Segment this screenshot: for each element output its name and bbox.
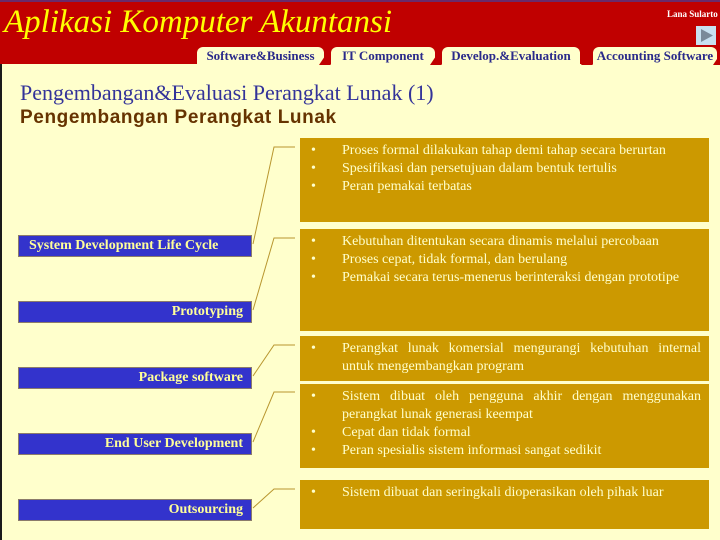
method-label-text: Prototyping bbox=[171, 304, 243, 319]
bullet-icon: • bbox=[311, 425, 316, 440]
bullet-icon: • bbox=[311, 389, 316, 404]
method-label-prototyping: Prototyping bbox=[18, 301, 252, 323]
description-box-outsourcing: • Sistem dibuat dan seringkali dioperasik… bbox=[300, 480, 709, 529]
point-text: Peran pemakai terbatas bbox=[342, 179, 472, 194]
method-label-sdlc: System Development Life Cycle bbox=[18, 235, 252, 257]
list-item: • Kebutuhan ditentukan secara dinamis mel… bbox=[300, 233, 701, 251]
list-item: • Peran spesialis sistem informasi sangat… bbox=[300, 442, 701, 460]
list-item: • Proses formal dilakukan tahap demi taha… bbox=[300, 142, 701, 160]
method-label-package-software: Package software bbox=[18, 367, 252, 389]
tab-it-component[interactable]: IT Component bbox=[331, 47, 435, 65]
play-triangle-icon bbox=[701, 29, 713, 42]
connector-sdlc bbox=[252, 146, 295, 245]
bullet-icon: • bbox=[311, 270, 316, 285]
author-name: Lana Sularto bbox=[667, 9, 718, 19]
method-label-text: End User Development bbox=[104, 436, 243, 451]
description-box-package-software: • Perangkat lunak komersial mengurangi ke… bbox=[300, 336, 709, 381]
tab-separator bbox=[581, 56, 593, 65]
bullet-icon: • bbox=[311, 443, 316, 458]
tab-develop-evaluation[interactable]: Develop.&Evaluation bbox=[442, 47, 580, 65]
point-text: Pemakai secara terus-menerus berinteraks… bbox=[342, 270, 680, 285]
tab-label: Software&Business bbox=[206, 48, 315, 63]
connector-outsourcing bbox=[252, 488, 295, 509]
bullet-icon: • bbox=[311, 341, 316, 356]
method-label-text: Package software bbox=[138, 370, 243, 385]
list-item: • Cepat dan tidak formal bbox=[300, 424, 701, 442]
next-slide-button[interactable] bbox=[696, 26, 716, 45]
description-box-end-user-development: • Sistem dibuat oleh pengguna akhir denga… bbox=[300, 384, 709, 468]
list-item: • Sistem dibuat oleh pengguna akhir denga… bbox=[300, 388, 701, 424]
point-text: Peran spesialis sistem informasi sangat … bbox=[342, 443, 602, 458]
bullet-icon: • bbox=[311, 234, 316, 249]
bullet-icon: • bbox=[311, 485, 316, 500]
list-item: • Pemakai secara terus-menerus berinterak… bbox=[300, 269, 701, 287]
list-item: • Proses cepat, tidak formal, dan berulan… bbox=[300, 251, 701, 269]
tab-label: Accounting Software bbox=[596, 48, 714, 63]
point-text: Proses cepat, tidak formal, dan berulang bbox=[342, 252, 568, 267]
page-left-border bbox=[0, 64, 2, 540]
slide-title: Pengembangan&Evaluasi Perangkat Lunak (1… bbox=[20, 80, 434, 105]
app-title: Aplikasi Komputer Akuntansi bbox=[4, 4, 393, 40]
method-label-text: System Development Life Cycle bbox=[29, 238, 219, 253]
slide-subtitle: Pengembangan Perangkat Lunak bbox=[20, 107, 337, 128]
tab-separator bbox=[430, 56, 442, 65]
point-text: Perangkat lunak komersial mengurangi keb… bbox=[342, 341, 701, 374]
description-box-prototyping: • Kebutuhan ditentukan secara dinamis mel… bbox=[300, 229, 709, 331]
point-text: Kebutuhan ditentukan secara dinamis mela… bbox=[342, 234, 659, 249]
bullet-icon: • bbox=[311, 161, 316, 176]
list-item: • Spesifikasi dan persetujuan dalam bentu… bbox=[300, 160, 701, 178]
connector-prototyping bbox=[252, 237, 295, 311]
bullet-icon: • bbox=[311, 252, 316, 267]
tab-separator bbox=[713, 56, 720, 65]
tab-label: Develop.&Evaluation bbox=[451, 48, 571, 63]
point-text: Sistem dibuat dan seringkali dioperasika… bbox=[342, 485, 664, 500]
tab-accounting-software[interactable]: Accounting Software bbox=[593, 47, 717, 65]
tab-label: IT Component bbox=[342, 48, 424, 63]
point-text: Cepat dan tidak formal bbox=[342, 425, 471, 440]
point-text: Sistem dibuat oleh pengguna akhir dengan… bbox=[342, 389, 701, 422]
point-text: Spesifikasi dan persetujuan dalam bentuk… bbox=[342, 161, 617, 176]
method-label-text: Outsourcing bbox=[168, 502, 243, 517]
connector-end-user-development bbox=[252, 391, 295, 443]
connector-package-software bbox=[252, 344, 295, 377]
method-label-outsourcing: Outsourcing bbox=[18, 499, 252, 521]
bullet-icon: • bbox=[311, 143, 316, 158]
list-item: • Peran pemakai terbatas bbox=[300, 178, 701, 196]
point-text: Proses formal dilakukan tahap demi tahap… bbox=[342, 143, 666, 158]
tab-separator bbox=[319, 56, 331, 65]
bullet-icon: • bbox=[311, 179, 316, 194]
list-item: • Sistem dibuat dan seringkali dioperasik… bbox=[300, 484, 701, 502]
method-label-end-user-development: End User Development bbox=[18, 433, 252, 455]
list-item: • Perangkat lunak komersial mengurangi ke… bbox=[300, 340, 701, 376]
tab-software-business[interactable]: Software&Business bbox=[197, 47, 324, 65]
description-box-sdlc: • Proses formal dilakukan tahap demi taha… bbox=[300, 138, 709, 222]
